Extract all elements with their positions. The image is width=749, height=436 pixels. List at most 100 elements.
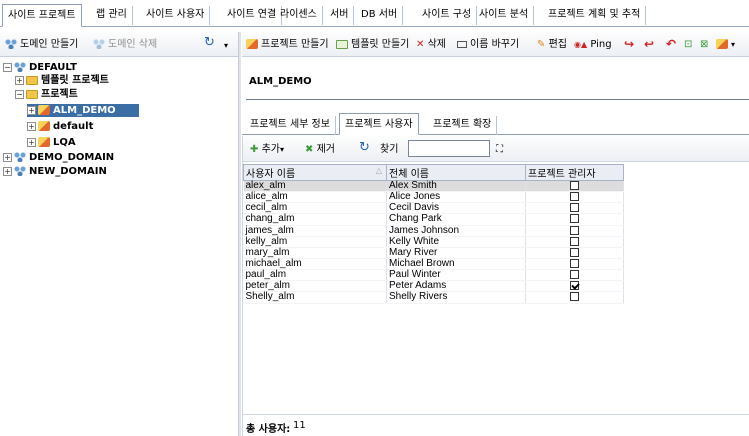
header-divider <box>246 99 749 100</box>
project-admin-checkbox[interactable] <box>570 236 579 246</box>
domain-icon <box>14 62 26 72</box>
table-row[interactable]: mary_alm Mary River <box>243 247 624 259</box>
create-template-icon <box>336 39 348 49</box>
create-domain-button[interactable]: 도메인 만들기 <box>5 37 78 53</box>
create-domain-icon <box>5 39 17 49</box>
expand-icon[interactable]: + <box>15 75 24 85</box>
project-admin-checkbox[interactable] <box>570 181 579 190</box>
create-project-button[interactable]: 프로젝트 만들기 <box>246 37 329 53</box>
column-header-username[interactable]: 사용자 이름 △ <box>243 164 387 181</box>
remove-user-button[interactable]: ✖ 제거 <box>305 142 335 157</box>
refresh-users-icon[interactable]: ↻ <box>359 140 370 155</box>
undo-icon[interactable]: ↶ <box>666 36 676 52</box>
refresh-dropdown-icon[interactable]: ▾ <box>224 38 228 54</box>
tree-node-label: LQA <box>53 137 76 148</box>
fullname-cell: Alex Smith <box>386 180 526 193</box>
fullname-cell: Cecil Davis <box>386 203 526 215</box>
rename-project-button[interactable]: 이름 바꾸기 <box>457 37 519 53</box>
expand-icon[interactable]: + <box>3 152 12 162</box>
table-row[interactable]: james_alm James Johnson <box>243 225 624 237</box>
username-cell: james_alm <box>243 225 387 237</box>
collapse-icon[interactable]: − <box>15 89 24 99</box>
table-row[interactable]: kelly_alm Kelly White <box>243 236 624 248</box>
table-row[interactable]: alice_alm Alice Jones <box>243 191 624 204</box>
edit-project-button[interactable]: ✎ 편집 <box>537 37 567 53</box>
tab-servers[interactable]: 서버 <box>325 6 355 25</box>
project-sub-tabs: 프로젝트 세부 정보 프로젝트 사용자 프로젝트 확장 <box>242 111 749 135</box>
tree-node-label: NEW_DOMAIN <box>29 166 107 177</box>
tab-project-planning[interactable]: 프로젝트 계획 및 추적 <box>543 6 647 25</box>
tree-node-label: DEMO_DOMAIN <box>29 152 115 163</box>
tab-licenses[interactable]: 라이센스 <box>275 6 323 25</box>
expand-icon[interactable]: + <box>27 121 36 131</box>
table-row[interactable]: chang_alm Chang Park <box>243 214 624 226</box>
project-admin-checkbox[interactable] <box>570 247 579 257</box>
tree-node-template-projects[interactable]: + 템플릿 프로젝트 <box>15 74 109 87</box>
sort-ascending-icon: △ <box>375 166 382 175</box>
tree-node-new-domain[interactable]: + NEW_DOMAIN <box>3 165 107 178</box>
edit-label: 편집 <box>548 39 567 50</box>
expand-icon[interactable]: + <box>27 105 36 115</box>
tab-site-projects[interactable]: 사이트 프로젝트 <box>2 4 82 27</box>
folder-icon <box>26 89 38 99</box>
fullname-cell: Peter Adams <box>386 281 526 293</box>
delete-project-button[interactable]: ✕ 삭제 <box>416 37 446 53</box>
tab-project-details[interactable]: 프로젝트 세부 정보 <box>245 116 336 135</box>
tab-project-extensions[interactable]: 프로젝트 확장 <box>428 116 498 135</box>
table-row[interactable]: cecil_alm Cecil Davis <box>243 203 624 215</box>
project-admin-checkbox[interactable] <box>570 192 579 202</box>
project-admin-checkbox[interactable] <box>570 270 579 280</box>
project-admin-checkbox[interactable] <box>570 258 579 268</box>
project-admin-checkbox[interactable] <box>570 203 579 213</box>
project-admin-cell <box>525 191 624 204</box>
domain-toolbar: 도메인 만들기 도메인 삭제 ↻ ▾ <box>0 32 238 57</box>
add-user-icon: ✚ <box>250 144 259 155</box>
add-user-button[interactable]: ✚ 추가▾ <box>250 142 284 157</box>
project-admin-cell <box>525 225 624 237</box>
tree-node-default-project[interactable]: + default <box>27 120 93 133</box>
more-actions-button[interactable]: ▾ <box>716 37 735 53</box>
project-admin-checkbox[interactable] <box>570 214 579 224</box>
project-toolbar: 프로젝트 만들기 템플릿 만들기 ✕ 삭제 이름 바꾸기 ✎ 편집 ◉▲ Pin… <box>242 32 749 57</box>
ping-button[interactable]: ◉▲ Ping <box>574 37 612 53</box>
delete-domain-button[interactable]: 도메인 삭제 <box>93 37 157 53</box>
project-header: ALM_DEMO <box>242 58 749 103</box>
move-right-icon[interactable]: ↪ <box>624 36 634 52</box>
tree-node-projects[interactable]: − 프로젝트 <box>15 88 78 101</box>
table-row[interactable]: michael_alm Michael Brown <box>243 258 624 271</box>
find-user-input[interactable] <box>408 140 490 157</box>
move-left-icon[interactable]: ↩ <box>644 36 654 52</box>
project-admin-checkbox[interactable] <box>570 225 579 235</box>
collapse-icon[interactable]: − <box>3 62 12 72</box>
column-header-project-admin[interactable]: 프로젝트 관리자 <box>525 164 624 181</box>
tab-site-connections[interactable]: 사이트 연결 <box>222 6 283 25</box>
expand-icon[interactable]: + <box>27 137 36 147</box>
tab-project-users[interactable]: 프로젝트 사용자 <box>339 113 419 135</box>
tab-site-analysis[interactable]: 사이트 분석 <box>474 6 535 25</box>
project-admin-checkbox[interactable] <box>570 292 579 302</box>
deactivate-icon[interactable]: ⊠ <box>700 37 708 53</box>
project-admin-checkbox[interactable] <box>570 281 579 291</box>
table-row[interactable]: Shelly_alm Shelly Rivers <box>243 292 624 304</box>
tree-node-alm-demo[interactable]: + ALM_DEMO <box>27 104 139 117</box>
fullname-cell: James Johnson <box>386 225 526 237</box>
expand-icon[interactable]: + <box>3 166 12 176</box>
table-row[interactable]: alex_alm Alex Smith <box>243 180 624 193</box>
tab-lab-management[interactable]: 랩 관리 <box>91 6 133 25</box>
pane-splitter[interactable] <box>238 32 241 436</box>
table-row[interactable]: paul_alm Paul Winter <box>243 270 624 282</box>
tab-site-users[interactable]: 사이트 사용자 <box>141 6 211 25</box>
refresh-domains-icon[interactable]: ↻ <box>204 35 215 51</box>
create-template-button[interactable]: 템플릿 만들기 <box>336 37 409 53</box>
tree-node-demo-domain[interactable]: + DEMO_DOMAIN <box>3 151 114 164</box>
table-row[interactable]: peter_alm Peter Adams <box>243 281 624 293</box>
column-label: 전체 이름 <box>389 169 429 180</box>
tree-node-lqa[interactable]: + LQA <box>27 136 76 149</box>
restore-icon[interactable]: ⊡ <box>684 37 692 53</box>
column-header-fullname[interactable]: 전체 이름 <box>386 164 526 181</box>
binoculars-icon[interactable]: ⛶ <box>496 142 503 157</box>
username-cell: kelly_alm <box>243 236 387 248</box>
tree-node-default-domain[interactable]: − DEFAULT <box>3 61 77 74</box>
tab-site-configuration[interactable]: 사이트 구성 <box>417 6 478 25</box>
tab-db-servers[interactable]: DB 서버 <box>356 6 404 25</box>
